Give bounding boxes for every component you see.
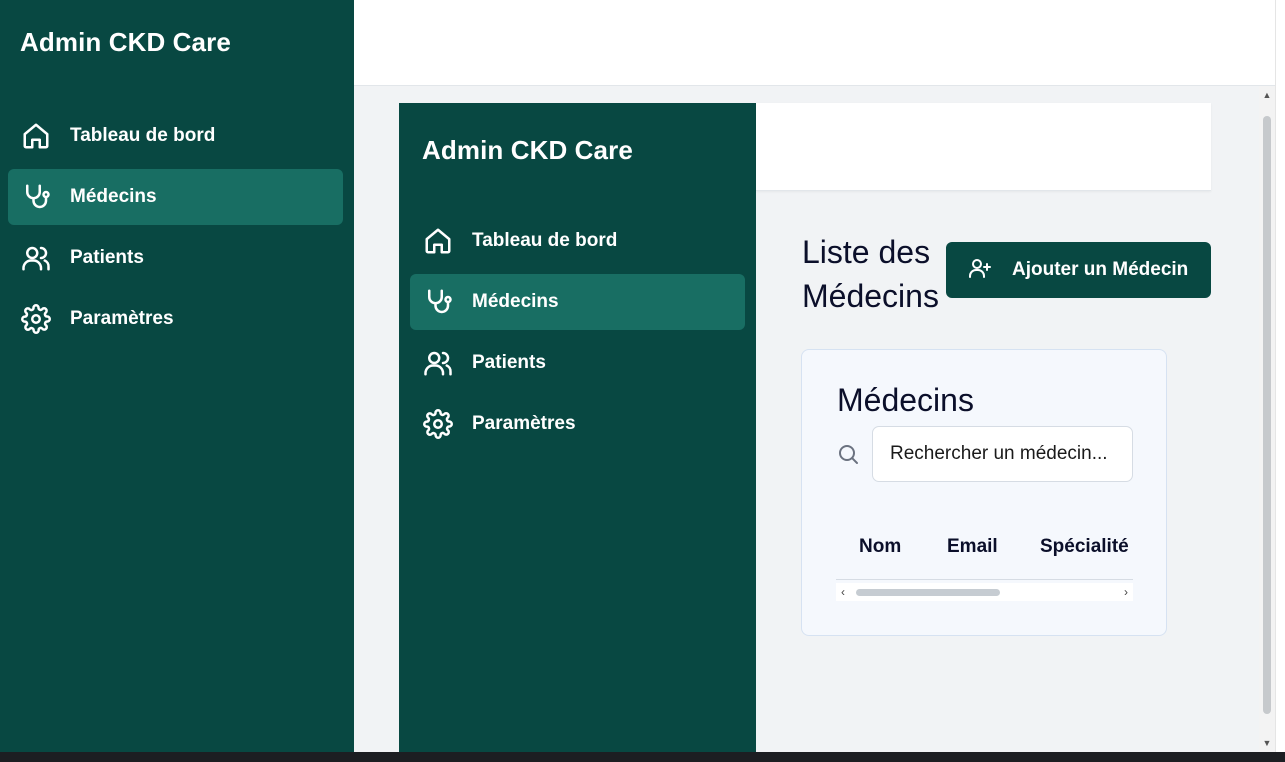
card-title: Médecins — [837, 382, 974, 418]
sidebar-item-label: Tableau de bord — [70, 125, 216, 146]
stethoscope-icon — [20, 181, 52, 213]
scrollbar-thumb[interactable] — [1263, 116, 1271, 714]
sidebar-item-label: Médecins — [70, 186, 157, 207]
home-icon — [20, 120, 52, 152]
sidebar-item-label: Patients — [70, 247, 144, 268]
scroll-down-arrow-icon[interactable]: ▼ — [1262, 738, 1272, 748]
sidebar-item-label: Patients — [472, 352, 546, 373]
embedded-sidebar-nav: Tableau de bord Médecins Patients Paramè… — [410, 213, 745, 457]
column-header-email[interactable]: Email — [947, 536, 998, 558]
embedded-sidebar-item-parametres[interactable]: Paramètres — [410, 396, 745, 452]
top-header — [354, 0, 1275, 86]
embedded-sidebar: Admin CKD Care Tableau de bord Médecins … — [399, 103, 756, 752]
sidebar-item-label: Tableau de bord — [472, 230, 618, 251]
column-header-specialite[interactable]: Spécialité — [1040, 536, 1129, 558]
home-icon — [422, 225, 454, 257]
sidebar-brand: Admin CKD Care — [20, 27, 231, 57]
search-icon — [836, 442, 860, 466]
embedded-sidebar-brand: Admin CKD Care — [422, 135, 633, 165]
sidebar-item-medecins[interactable]: Médecins — [8, 169, 343, 225]
table-header: Nom Email Spécialité — [836, 536, 1133, 580]
horizontal-scrollbar-thumb[interactable] — [856, 589, 1000, 596]
sidebar-nav: Tableau de bord Médecins Patients Paramè… — [8, 108, 343, 352]
users-icon — [422, 347, 454, 379]
stethoscope-icon — [422, 286, 454, 318]
add-doctor-button[interactable]: Ajouter un Médecin — [946, 242, 1211, 298]
scroll-right-arrow-icon[interactable]: › — [1124, 585, 1128, 599]
embedded-sidebar-item-medecins[interactable]: Médecins — [410, 274, 745, 330]
window-edge — [1275, 0, 1285, 752]
gear-icon — [20, 303, 52, 335]
taskbar — [0, 752, 1285, 762]
sidebar-item-parametres[interactable]: Paramètres — [8, 291, 343, 347]
embedded-sidebar-item-patients[interactable]: Patients — [410, 335, 745, 391]
sidebar-item-tableau-de-bord[interactable]: Tableau de bord — [8, 108, 343, 164]
column-header-nom[interactable]: Nom — [859, 536, 901, 558]
doctors-card: Médecins Nom Email Spécialité ‹ › — [801, 349, 1167, 636]
sidebar: Admin CKD Care Tableau de bord Médecins … — [0, 0, 354, 752]
gear-icon — [422, 408, 454, 440]
scroll-left-arrow-icon[interactable]: ‹ — [841, 585, 845, 599]
add-doctor-button-label: Ajouter un Médecin — [1012, 259, 1189, 280]
embedded-sidebar-item-tableau-de-bord[interactable]: Tableau de bord — [410, 213, 745, 269]
scroll-up-arrow-icon[interactable]: ▲ — [1262, 90, 1272, 100]
sidebar-item-label: Médecins — [472, 291, 559, 312]
vertical-scrollbar[interactable]: ▲ ▼ — [1259, 86, 1275, 752]
sidebar-item-patients[interactable]: Patients — [8, 230, 343, 286]
user-plus-icon — [968, 256, 992, 285]
horizontal-scrollbar[interactable]: ‹ › — [836, 583, 1133, 601]
page-title: Liste des Médecins — [802, 234, 939, 314]
search-input[interactable] — [872, 426, 1133, 482]
users-icon — [20, 242, 52, 274]
sidebar-item-label: Paramètres — [472, 413, 576, 434]
sidebar-item-label: Paramètres — [70, 308, 174, 329]
embedded-header — [756, 103, 1211, 191]
